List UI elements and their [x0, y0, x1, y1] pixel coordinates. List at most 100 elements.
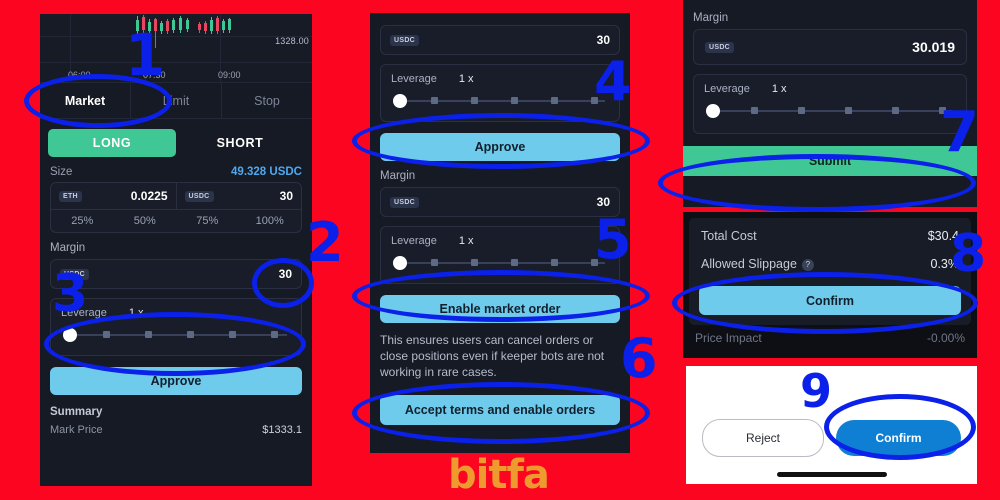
- margin-label: Margin: [50, 242, 86, 254]
- tab-limit[interactable]: Limit: [131, 83, 222, 118]
- leverage-box: Leverage 1 x: [50, 298, 302, 356]
- p2-margin-label: Margin: [380, 170, 416, 182]
- mark-price-value: $1333.1: [262, 424, 302, 436]
- allowed-slippage-label: Allowed Slippage?: [701, 257, 814, 271]
- slider-stop[interactable]: [751, 107, 758, 114]
- approve-button[interactable]: Approve: [50, 367, 302, 395]
- slider-stop[interactable]: [431, 259, 438, 266]
- margin-input-box[interactable]: USDC 30: [50, 259, 302, 289]
- p3-margin-label: Margin: [693, 12, 729, 24]
- wallet-confirm-button[interactable]: Confirm: [836, 420, 961, 456]
- percent-25[interactable]: 25%: [51, 210, 114, 232]
- keeper-bots-note: This ensures users can cancel orders or …: [380, 333, 605, 380]
- percent-75[interactable]: 75%: [176, 210, 239, 232]
- submit-button[interactable]: Submit: [683, 146, 977, 176]
- long-button[interactable]: LONG: [48, 129, 176, 157]
- p2-approve-button[interactable]: Approve: [380, 133, 620, 161]
- wallet-reject-button[interactable]: Reject: [702, 419, 824, 457]
- slider-thumb[interactable]: [393, 94, 407, 108]
- slider-stop[interactable]: [551, 259, 558, 266]
- slider-thumb[interactable]: [393, 256, 407, 270]
- slider-stop[interactable]: [511, 259, 518, 266]
- short-button[interactable]: SHORT: [176, 129, 304, 157]
- p2-leverage-value: 1 x: [458, 73, 474, 85]
- p2-margin-value: 30: [596, 33, 610, 47]
- accept-terms-button[interactable]: Accept terms and enable orders: [380, 394, 620, 425]
- price-impact-label: Price Impact: [695, 331, 762, 345]
- price-impact-row: Price Impact -0.00%: [695, 325, 965, 345]
- usdc-chip: USDC: [184, 190, 214, 202]
- order-confirm-panel: Total Cost $30.4 Allowed Slippage? 0.3% …: [683, 212, 977, 358]
- percent-shortcuts: 25% 50% 75% 100%: [51, 210, 301, 232]
- wallet-confirm-sheet: Reject Confirm: [686, 366, 977, 484]
- slider-track: [397, 100, 605, 102]
- slider-stop[interactable]: [892, 107, 899, 114]
- p2-leverage-box-bottom: Leverage 1 x: [380, 226, 620, 284]
- side-selector: LONG SHORT: [48, 129, 304, 157]
- screenshot-stage: 1328.00 06:00 07:30 09:00 Market Limit S…: [0, 0, 1000, 500]
- slider-stop[interactable]: [511, 97, 518, 104]
- slider-stop[interactable]: [591, 97, 598, 104]
- p2-leverage-slider-bottom[interactable]: [391, 256, 609, 270]
- submit-panel: Margin USDC 30.019 Leverage 1 x Submit: [683, 0, 977, 207]
- chart-time-label-2: 07:30: [143, 70, 166, 80]
- leverage-slider[interactable]: [61, 328, 291, 342]
- slider-thumb[interactable]: [706, 104, 720, 118]
- p2-leverage-label-2: Leverage: [391, 235, 437, 247]
- summary-row: Mark Price $1333.1: [50, 424, 302, 436]
- base-amount-value: 0.0225: [130, 189, 168, 203]
- slider-stop[interactable]: [939, 107, 946, 114]
- slider-stop[interactable]: [229, 331, 236, 338]
- help-icon[interactable]: ?: [801, 258, 814, 271]
- slider-thumb[interactable]: [63, 328, 77, 342]
- tab-stop[interactable]: Stop: [222, 83, 312, 118]
- p2-leverage-slider-top[interactable]: [391, 94, 609, 108]
- quote-amount-field[interactable]: USDC 30: [177, 183, 302, 209]
- size-label: Size: [50, 166, 73, 178]
- p2-leverage-box-top: Leverage 1 x: [380, 64, 620, 122]
- approve-enable-panel: USDC 30 Leverage 1 x Approve Margin USDC…: [370, 13, 630, 453]
- slider-stop[interactable]: [471, 259, 478, 266]
- chart-price-label: 1328.00: [275, 36, 309, 46]
- slider-stop[interactable]: [471, 97, 478, 104]
- total-cost-label: Total Cost: [701, 229, 757, 243]
- p3-margin-input-box[interactable]: USDC 30.019: [693, 29, 967, 65]
- slider-stop[interactable]: [798, 107, 805, 114]
- tab-market[interactable]: Market: [40, 83, 131, 118]
- allowed-slippage-value: 0.3%: [930, 257, 960, 271]
- price-impact-value: -0.00%: [926, 331, 965, 345]
- p3-leverage-box: Leverage 1 x: [693, 74, 967, 134]
- order-type-tabs: Market Limit Stop: [40, 83, 312, 119]
- p2-margin-input-box-2[interactable]: USDC 30: [380, 187, 620, 217]
- slider-stop[interactable]: [271, 331, 278, 338]
- p2-margin-input-box[interactable]: USDC 30: [380, 25, 620, 55]
- slider-stop[interactable]: [845, 107, 852, 114]
- base-amount-field[interactable]: ETH 0.0225: [51, 183, 177, 209]
- slider-stop[interactable]: [551, 97, 558, 104]
- size-row: Size 49.328 USDC: [50, 166, 302, 178]
- slider-stop[interactable]: [591, 259, 598, 266]
- total-cost-value: $30.4: [927, 229, 959, 243]
- enable-market-order-button[interactable]: Enable market order: [380, 295, 620, 323]
- p3-usdc-chip: USDC: [705, 41, 735, 53]
- bitfa-logo: bitfa: [448, 452, 550, 498]
- home-indicator: [776, 472, 887, 477]
- slider-stop[interactable]: [187, 331, 194, 338]
- size-value: 49.328 USDC: [231, 166, 302, 178]
- slider-stop[interactable]: [145, 331, 152, 338]
- p2-usdc-chip: USDC: [390, 34, 420, 46]
- percent-50[interactable]: 50%: [114, 210, 177, 232]
- leverage-label: Leverage: [61, 307, 107, 319]
- mark-price-label: Mark Price: [50, 424, 103, 436]
- percent-100[interactable]: 100%: [239, 210, 302, 232]
- leverage-value: 1 x: [128, 307, 144, 319]
- slider-track: [67, 334, 287, 336]
- size-input-box: ETH 0.0225 USDC 30 25% 50% 75% 100%: [50, 182, 302, 233]
- confirm-order-button[interactable]: Confirm: [699, 286, 961, 315]
- slider-stop[interactable]: [431, 97, 438, 104]
- slider-stop[interactable]: [103, 331, 110, 338]
- trading-order-panel: 1328.00 06:00 07:30 09:00 Market Limit S…: [40, 14, 312, 486]
- p3-leverage-slider[interactable]: [704, 104, 956, 118]
- allowed-slippage-row: Allowed Slippage? 0.3%: [701, 250, 959, 278]
- eth-chip: ETH: [59, 190, 82, 202]
